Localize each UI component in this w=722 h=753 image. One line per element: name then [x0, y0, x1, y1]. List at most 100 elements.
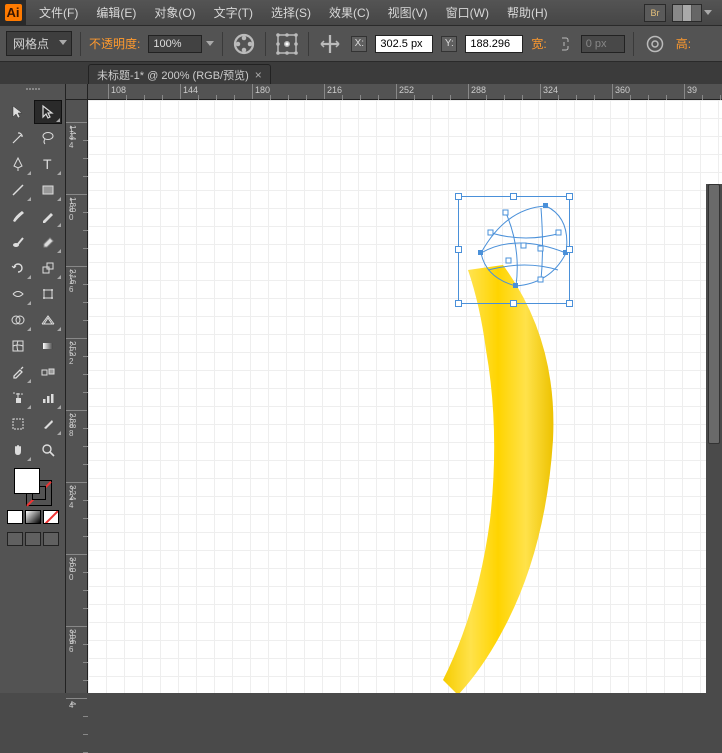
draw-inside-icon[interactable] — [43, 532, 59, 546]
selection-type-dropdown[interactable]: 网格点 — [6, 31, 72, 56]
rectangle-tool[interactable] — [34, 178, 62, 202]
canvas-column: 10814418021625228832436039 — [88, 84, 722, 693]
scrollbar-thumb[interactable] — [708, 184, 720, 444]
app-logo: Ai — [0, 0, 26, 26]
fill-stroke-control[interactable] — [2, 468, 63, 546]
resize-handle-tm[interactable] — [510, 193, 517, 200]
blend-tool[interactable] — [34, 360, 62, 384]
constrain-icon[interactable] — [642, 33, 668, 55]
shape-builder-tool[interactable] — [4, 308, 32, 332]
draw-normal-icon[interactable] — [7, 532, 23, 546]
none-mode-icon[interactable] — [43, 510, 59, 524]
chevron-down-icon — [59, 40, 67, 45]
width-label: 宽: — [531, 35, 546, 52]
column-graph-tool[interactable] — [34, 386, 62, 410]
perspective-grid-tool[interactable] — [34, 308, 62, 332]
opacity-input[interactable] — [148, 35, 202, 53]
logo-text: Ai — [5, 4, 22, 21]
vertical-ruler-column: 1441802162522883243603964 — [66, 84, 88, 693]
chevron-down-icon[interactable] — [206, 41, 214, 46]
horizontal-ruler[interactable]: 10814418021625228832436039 — [88, 84, 722, 100]
selection-tool[interactable] — [4, 100, 32, 124]
separator — [308, 32, 309, 56]
vertical-scrollbar[interactable] — [706, 184, 722, 693]
selection-bounding-box[interactable] — [458, 196, 570, 304]
control-bar: 网格点 不透明度: X: Y: 宽: 高: — [0, 26, 722, 62]
menu-window[interactable]: 窗口(W) — [437, 0, 498, 26]
separator — [80, 32, 81, 56]
resize-handle-mr[interactable] — [566, 246, 573, 253]
bridge-button[interactable]: Br — [644, 4, 666, 22]
document-tab-title: 未标题-1* @ 200% (RGB/预览) — [97, 67, 249, 83]
direct-selection-tool[interactable] — [34, 100, 62, 124]
width-tool[interactable] — [4, 282, 32, 306]
y-label: Y: — [441, 36, 457, 52]
menu-effect[interactable]: 效果(C) — [320, 0, 379, 26]
app-bar-right: Br — [644, 4, 722, 22]
lasso-tool[interactable] — [34, 126, 62, 150]
vertical-ruler[interactable]: 1441802162522883243603964 — [66, 100, 88, 693]
separator — [265, 32, 266, 56]
document-tab[interactable]: 未标题-1* @ 200% (RGB/预览) × — [88, 64, 271, 84]
resize-handle-tl[interactable] — [455, 193, 462, 200]
pen-tool[interactable] — [4, 152, 32, 176]
menu-object[interactable]: 对象(O) — [145, 0, 204, 26]
document-tab-strip: 未标题-1* @ 200% (RGB/预览) × — [0, 62, 722, 84]
reference-point-icon[interactable] — [274, 33, 300, 55]
menu-file[interactable]: 文件(F) — [30, 0, 87, 26]
separator — [222, 32, 223, 56]
svg-text:T: T — [43, 156, 52, 172]
scale-tool[interactable] — [34, 256, 62, 280]
hand-tool[interactable] — [4, 438, 32, 462]
dropdown-icon — [704, 10, 712, 15]
eyedropper-tool[interactable] — [4, 360, 32, 384]
separator — [633, 32, 634, 56]
width-input[interactable] — [581, 35, 625, 53]
resize-handle-ml[interactable] — [455, 246, 462, 253]
artboard-tool[interactable] — [4, 412, 32, 436]
transform-icon[interactable] — [317, 33, 343, 55]
height-label: 高: — [676, 35, 691, 52]
resize-handle-bm[interactable] — [510, 300, 517, 307]
resize-handle-bl[interactable] — [455, 300, 462, 307]
menu-view[interactable]: 视图(V) — [379, 0, 437, 26]
fill-swatch[interactable] — [14, 468, 40, 494]
resize-handle-br[interactable] — [566, 300, 573, 307]
recolor-artwork-icon[interactable] — [231, 33, 257, 55]
gradient-mode-icon[interactable] — [25, 510, 41, 524]
link-icon[interactable] — [555, 33, 573, 55]
main-area: T — [0, 84, 722, 693]
workspace-layout-button[interactable] — [672, 4, 702, 22]
symbol-sprayer-tool[interactable] — [4, 386, 32, 410]
eraser-tool[interactable] — [34, 230, 62, 254]
main-menu: 文件(F) 编辑(E) 对象(O) 文字(T) 选择(S) 效果(C) 视图(V… — [30, 0, 557, 26]
x-label: X: — [351, 36, 367, 52]
magic-wand-tool[interactable] — [4, 126, 32, 150]
mesh-tool[interactable] — [4, 334, 32, 358]
blob-brush-tool[interactable] — [4, 230, 32, 254]
pencil-tool[interactable] — [34, 204, 62, 228]
type-tool[interactable]: T — [34, 152, 62, 176]
zoom-tool[interactable] — [34, 438, 62, 462]
y-input[interactable] — [465, 35, 523, 53]
free-transform-tool[interactable] — [34, 282, 62, 306]
menu-type[interactable]: 文字(T) — [205, 0, 262, 26]
x-input[interactable] — [375, 35, 433, 53]
ruler-origin[interactable] — [66, 84, 88, 100]
color-mode-icon[interactable] — [7, 510, 23, 524]
menu-select[interactable]: 选择(S) — [262, 0, 320, 26]
paintbrush-tool[interactable] — [4, 204, 32, 228]
app-bar: Ai 文件(F) 编辑(E) 对象(O) 文字(T) 选择(S) 效果(C) 视… — [0, 0, 722, 26]
opacity-label: 不透明度: — [89, 35, 140, 52]
gradient-tool[interactable] — [34, 334, 62, 358]
close-icon[interactable]: × — [255, 68, 262, 82]
canvas[interactable] — [88, 100, 722, 693]
menu-edit[interactable]: 编辑(E) — [87, 0, 145, 26]
resize-handle-tr[interactable] — [566, 193, 573, 200]
slice-tool[interactable] — [34, 412, 62, 436]
tool-panel: T — [0, 84, 66, 693]
line-tool[interactable] — [4, 178, 32, 202]
draw-behind-icon[interactable] — [25, 532, 41, 546]
rotate-tool[interactable] — [4, 256, 32, 280]
menu-help[interactable]: 帮助(H) — [498, 0, 557, 26]
